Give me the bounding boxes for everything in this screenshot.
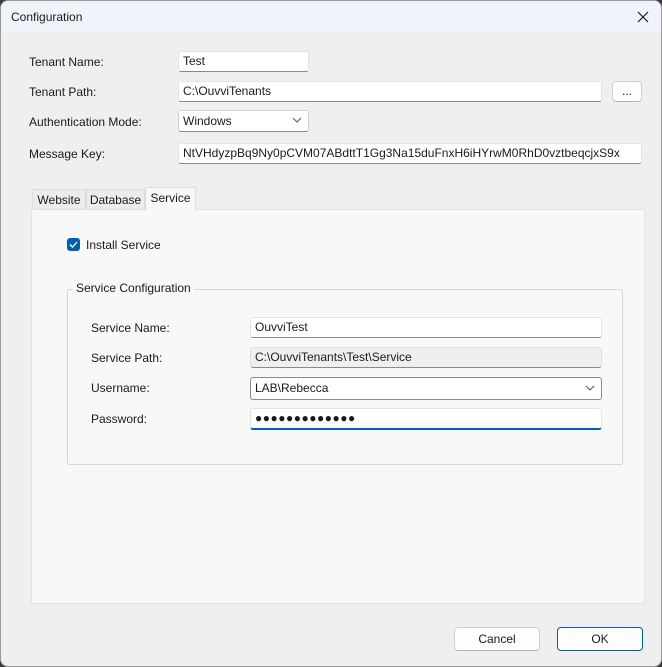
tenant-path-label: Tenant Path: [29,85,97,99]
tab-website[interactable]: Website [32,189,86,210]
chevron-down-icon [292,117,302,123]
tenant-path-input[interactable]: C:\OuvviTenants [178,81,602,102]
password-label: Password: [91,412,148,426]
auth-mode-select[interactable]: Windows [178,110,309,132]
service-configuration-title: Service Configuration [73,281,194,295]
install-service-checkbox[interactable] [67,238,80,251]
password-input[interactable]: ●●●●●●●●●●●●● [250,408,602,430]
install-service-label: Install Service [86,238,161,252]
close-icon [637,11,649,23]
service-path-label: Service Path: [91,351,163,365]
checkmark-icon [69,241,78,248]
message-key-label: Message Key: [29,147,106,161]
message-key-input[interactable]: NtVHdyzpBq9Ny0pCVM07ABdttT1Gg3Na15duFnxH… [178,143,642,164]
title-bar: Configuration [1,1,661,32]
browse-button[interactable]: ... [612,81,642,102]
configuration-dialog: Configuration Tenant Name: Test Tenant P… [0,0,662,667]
auth-mode-label: Authentication Mode: [29,115,142,129]
window-title: Configuration [11,10,83,24]
username-value: LAB\Rebecca [255,381,329,395]
tab-database[interactable]: Database [86,189,145,210]
service-name-label: Service Name: [91,321,170,335]
username-combobox[interactable]: LAB\Rebecca [250,377,602,400]
chevron-down-icon [585,385,595,391]
close-button[interactable] [631,5,655,29]
cancel-button[interactable]: Cancel [454,627,540,651]
tenant-name-label: Tenant Name: [29,55,104,69]
ok-button[interactable]: OK [557,627,643,651]
service-path-input: C:\OuvviTenants\Test\Service [250,347,602,368]
username-label: Username: [91,381,150,395]
tenant-name-input[interactable]: Test [178,51,309,72]
service-name-input[interactable]: OuvviTest [250,317,602,338]
tab-service[interactable]: Service [145,187,196,211]
auth-mode-value: Windows [183,114,232,128]
